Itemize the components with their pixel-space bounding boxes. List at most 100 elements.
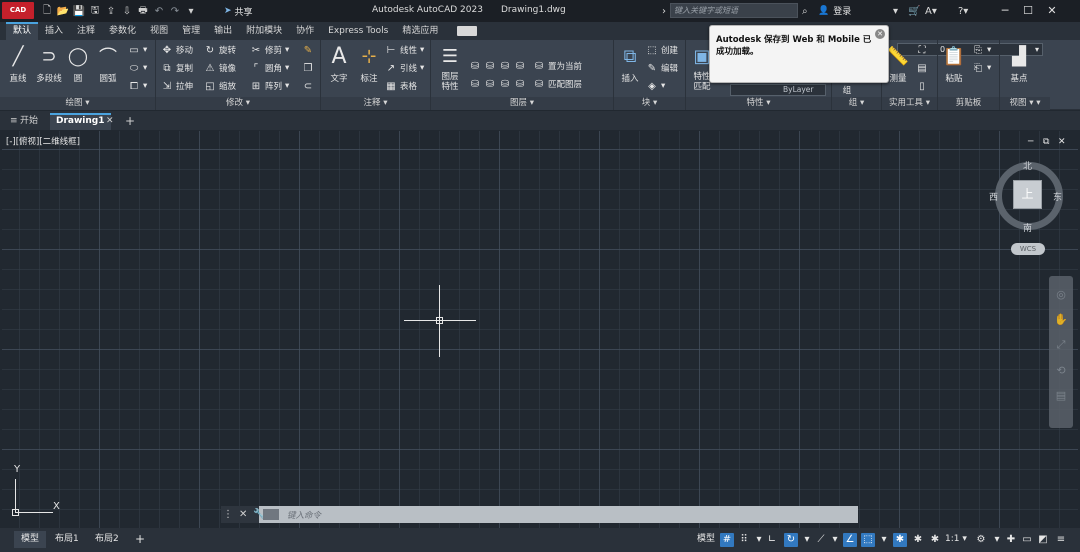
layer-unlock-icon[interactable]: ⛁ (514, 78, 526, 90)
tab-view[interactable]: 视图 (143, 22, 175, 40)
close-tab-icon[interactable]: ✕ (100, 113, 120, 130)
groups-panel-footer[interactable]: 组 ▾ (832, 97, 881, 110)
cart-icon[interactable]: 🛒 (908, 3, 920, 19)
object-snap-icon[interactable]: ⬚ (861, 533, 875, 547)
share-button[interactable]: ➤ 共享 (224, 3, 253, 19)
search-icon[interactable]: ⌕ (802, 3, 808, 19)
login-dropdown-icon[interactable]: ▾ (893, 3, 898, 19)
lineweight-dropdown[interactable]: ByLayer (730, 84, 826, 96)
new-layout-button[interactable]: + (128, 531, 152, 548)
text-button[interactable]: A 文字 (325, 42, 353, 85)
viewport-controls-label[interactable]: [-][俯视][二维线框] (6, 135, 80, 147)
polyline-button[interactable]: ⊃ 多段线 (32, 42, 66, 85)
layer-lock-icon[interactable]: ⛁ (514, 60, 526, 72)
tab-manage[interactable]: 管理 (175, 22, 207, 40)
table-button[interactable]: ▦ 表格 (385, 80, 417, 93)
utilities-panel-footer[interactable]: 实用工具 ▾ (882, 97, 937, 110)
wcs-menu[interactable]: WCS (1011, 243, 1045, 255)
copy-button[interactable]: ⧉ 复制 (161, 62, 193, 75)
tab-start[interactable]: 开始 (14, 113, 44, 130)
insert-button[interactable]: ⧉ 插入 (616, 42, 644, 85)
move-button[interactable]: ✥ 移动 (161, 44, 193, 57)
autocad-logo[interactable]: CAD (2, 2, 34, 19)
quick-select-button[interactable]: ⛶ (916, 44, 928, 56)
copy-clip-button[interactable]: ⎘ ▾ (972, 44, 991, 56)
close-button[interactable]: ✕ (1043, 2, 1061, 19)
tab-home[interactable]: 默认 (6, 22, 39, 40)
array-button[interactable]: ⊞ 阵列 ▾ (250, 80, 290, 93)
polar-dropdown-icon[interactable]: ▾ (800, 533, 814, 547)
open-folder-icon[interactable]: 📂 (56, 4, 70, 18)
isodraft-icon[interactable]: ⟋ (814, 533, 828, 547)
customization-menu-icon[interactable]: ≡ (1054, 533, 1068, 547)
tab-layout1[interactable]: 布局1 (48, 531, 86, 548)
help-icon[interactable]: ?▾ (958, 3, 968, 19)
create-block-button[interactable]: ⬚ 创建 (646, 44, 678, 57)
layer-thaw-icon[interactable]: ⛁ (499, 78, 511, 90)
block-panel-footer[interactable]: 块 ▾ (614, 97, 685, 110)
plot-icon[interactable]: 🖶 (136, 4, 150, 18)
explode-button[interactable]: ❒ (302, 62, 314, 74)
tab-layout2[interactable]: 布局2 (88, 531, 126, 548)
snap-dropdown-icon[interactable]: ▾ (752, 533, 766, 547)
workspace-dropdown-icon[interactable]: ▾ (990, 533, 1004, 547)
stretch-button[interactable]: ⇲ 拉伸 (161, 80, 193, 93)
hatch-button[interactable]: ⬭ ▾ (128, 62, 148, 74)
boundary-button[interactable]: ⧠ ▾ (128, 80, 147, 92)
set-current-button[interactable]: ⛁ 置为当前 (533, 60, 582, 73)
tab-annotate[interactable]: 注释 (70, 22, 102, 40)
circle-button[interactable]: ◯ 圆 (64, 42, 92, 85)
recent-commands-icon[interactable] (263, 509, 279, 520)
fillet-button[interactable]: ⌜ 圆角 ▾ (250, 62, 290, 75)
login-button[interactable]: 👤 登录 (818, 4, 851, 18)
workspace-gear-icon[interactable]: ⚙ (974, 533, 988, 547)
tab-output[interactable]: 输出 (207, 22, 239, 40)
viewport-close-button[interactable]: ✕ (1058, 137, 1066, 147)
command-input[interactable]: 键入命令 (287, 509, 321, 521)
isolate-objects-icon[interactable]: ◩ (1036, 533, 1050, 547)
undo-icon[interactable]: ↶ (152, 4, 166, 18)
rectangle-button[interactable]: ▭ ▾ (128, 44, 147, 56)
new-tab-button[interactable]: + (119, 113, 141, 130)
tab-parametric[interactable]: 参数化 (102, 22, 143, 40)
isodraft-dropdown-icon[interactable]: ▾ (828, 533, 842, 547)
compass-east[interactable]: 东 (1053, 190, 1062, 203)
block-attributes-button[interactable]: ◈ ▾ (646, 80, 665, 92)
paste-button[interactable]: 📋 粘贴 (940, 42, 968, 85)
snap-icon[interactable]: ⠿ (737, 533, 751, 547)
command-line-grip[interactable]: ⋮ ✕ 🔧 (221, 506, 266, 523)
pan-icon[interactable]: ✋ (1049, 313, 1073, 326)
viewcube-top-face[interactable]: 上 (1013, 180, 1042, 209)
steering-wheel-icon[interactable]: ◎ (1049, 288, 1073, 301)
object-snap-tracking-icon[interactable]: ∠ (843, 533, 857, 547)
viewport-restore-button[interactable]: ⧉ (1043, 137, 1049, 147)
annotation-visibility-icon[interactable]: ✱ (893, 533, 907, 547)
grid-icon[interactable]: # (720, 533, 734, 547)
close-icon[interactable]: ✕ (875, 29, 885, 39)
osnap-dropdown-icon[interactable]: ▾ (877, 533, 891, 547)
modify-panel-footer[interactable]: 修改 ▾ (156, 97, 320, 110)
match-layer-button[interactable]: ⛁ 匹配图层 (533, 78, 582, 91)
tab-collaborate[interactable]: 协作 (289, 22, 321, 40)
drawing-canvas[interactable]: [-][俯视][二维线框] ─ ⧉ ✕ 上 北 南 东 西 WCS ◎ ✋ ⤢ … (2, 131, 1078, 528)
edit-block-button[interactable]: ✎ 编辑 (646, 62, 678, 75)
save-icon[interactable]: 💾 (72, 4, 86, 18)
layer-freeze-icon[interactable]: ⛁ (499, 60, 511, 72)
units-icon[interactable]: ▭ (1020, 533, 1034, 547)
search-input[interactable]: 键入关键字或短语 (670, 3, 798, 18)
compass-north[interactable]: 北 (1023, 159, 1032, 172)
layer-properties-button[interactable]: ☰ 图层特性 (434, 42, 466, 93)
save-as-icon[interactable]: 🖫 (88, 4, 102, 18)
close-icon[interactable]: ✕ (239, 509, 247, 520)
model-space-toggle[interactable]: 模型 (690, 531, 722, 548)
viewport-minimize-button[interactable]: ─ (1028, 137, 1033, 147)
search-expand-icon[interactable]: › (662, 3, 666, 19)
compass-west[interactable]: 西 (989, 190, 998, 203)
annotation-panel-footer[interactable]: 注释 ▾ (321, 97, 430, 110)
view-panel-footer[interactable]: 视图 ▾ ▾ (1000, 97, 1050, 110)
tab-featured-apps[interactable]: 精选应用 (395, 22, 445, 40)
draw-panel-footer[interactable]: 绘图 ▾ (0, 97, 155, 110)
layer-on-icon[interactable]: ⛁ (484, 78, 496, 90)
ribbon-minimize-toggle[interactable] (457, 26, 478, 36)
layers-panel-footer[interactable]: 图层 ▾ (431, 97, 613, 110)
